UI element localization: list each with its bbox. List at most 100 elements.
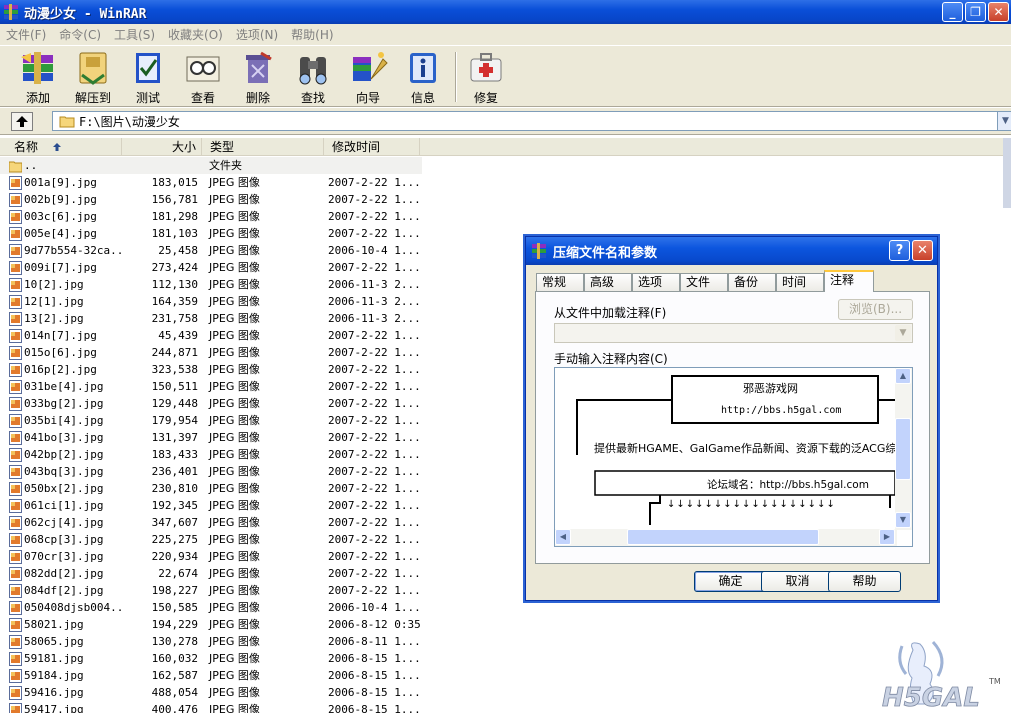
comment-file-combo[interactable]: ▼ [554,323,913,343]
wizard-icon [353,52,388,81]
file-row[interactable]: 001a[9].jpg 183,015 JPEG 图像 2007-2-22 1... [0,174,430,191]
file-size: 183,015 [151,176,198,189]
address-dropdown-button[interactable]: ▼ [997,112,1011,130]
view-button[interactable]: 查看 [176,49,230,105]
file-row[interactable]: 082dd[2].jpg 22,674 JPEG 图像 2007-2-22 1... [0,565,430,582]
parent-folder-row[interactable]: .. 文件夹 [0,157,422,174]
jpeg-file-icon [9,635,22,649]
file-row[interactable]: 016p[2].jpg 323,538 JPEG 图像 2007-2-22 1... [0,361,430,378]
file-name: 13[2].jpg [24,312,84,325]
file-row[interactable]: 10[2].jpg 112,130 JPEG 图像 2006-11-3 2... [0,276,430,293]
up-folder-button[interactable] [11,112,33,131]
parent-folder-name: .. [24,159,38,172]
file-row[interactable]: 003c[6].jpg 181,298 JPEG 图像 2007-2-22 1... [0,208,430,225]
add-button[interactable]: 添加 [11,49,65,105]
scroll-down-icon[interactable]: ▼ [895,512,911,528]
file-row[interactable]: 031be[4].jpg 150,511 JPEG 图像 2007-2-22 1... [0,378,430,395]
close-button[interactable]: ✕ [988,2,1009,22]
file-row[interactable]: 59184.jpg 162,587 JPEG 图像 2006-8-15 1... [0,667,430,684]
scroll-up-icon[interactable]: ▲ [895,368,911,384]
h5gal-logo-mascot: H5GAL TM [882,640,1001,713]
file-row[interactable]: 042bp[2].jpg 183,433 JPEG 图像 2007-2-22 1... [0,446,430,463]
dialog-help-button[interactable]: ? [889,240,910,261]
file-name: 003c[6].jpg [24,210,97,223]
file-row[interactable]: 002b[9].jpg 156,781 JPEG 图像 2007-2-22 1... [0,191,430,208]
file-row[interactable]: 12[1].jpg 164,359 JPEG 图像 2006-11-3 2... [0,293,430,310]
menu-favorites[interactable]: 收藏夹(O) [162,26,230,43]
horizontal-scroll-thumb[interactable] [627,529,819,545]
jpeg-file-icon [9,567,22,581]
scroll-left-icon[interactable]: ◀ [555,529,571,545]
file-type: JPEG 图像 [209,312,260,325]
column-modified[interactable]: 修改时间 [324,138,420,156]
file-row[interactable]: 033bg[2].jpg 129,448 JPEG 图像 2007-2-22 1... [0,395,430,412]
extract-button[interactable]: 解压到 [66,49,120,105]
delete-button[interactable]: 删除 [231,49,285,105]
vertical-scroll-thumb[interactable] [895,418,911,480]
scroll-right-icon[interactable]: ▶ [879,529,895,545]
maximize-button[interactable]: ❐ [965,2,986,22]
comment-vertical-scrollbar[interactable]: ▲ ▼ [895,368,912,530]
column-name[interactable]: 名称 [0,138,122,156]
file-row[interactable]: 041bo[3].jpg 131,397 JPEG 图像 2007-2-22 1... [0,429,430,446]
comment-textarea[interactable]: 邪恶游戏网 http://bbs.h5gal.com 提供最新HGAME、Gal… [554,367,913,547]
file-row[interactable]: 13[2].jpg 231,758 JPEG 图像 2006-11-3 2... [0,310,430,327]
tab-backup[interactable]: 备份 [728,273,776,291]
comment-description: 提供最新HGAME、GalGame作品新闻、资源下载的泛ACG综合 [594,442,895,455]
file-row[interactable]: 014n[7].jpg 45,439 JPEG 图像 2007-2-22 1... [0,327,430,344]
file-size: 225,275 [151,533,198,546]
file-row[interactable]: 59417.jpg 400,476 JPEG 图像 2006-8-15 1... [0,701,430,713]
file-row[interactable]: 58021.jpg 194,229 JPEG 图像 2006-8-12 0:35 [0,616,430,633]
tab-time[interactable]: 时间 [776,273,824,291]
file-modified: 2007-2-22 1... [328,193,421,206]
jpeg-file-icon [9,261,22,275]
cancel-button[interactable]: 取消 [761,571,834,592]
comment-horizontal-scrollbar[interactable]: ◀ ▶ [555,529,897,546]
file-row[interactable]: 035bi[4].jpg 179,954 JPEG 图像 2007-2-22 1... [0,412,430,429]
menu-help[interactable]: 帮助(H) [285,26,340,43]
menu-file[interactable]: 文件(F) [0,26,53,43]
file-row[interactable]: 005e[4].jpg 181,103 JPEG 图像 2007-2-22 1... [0,225,430,242]
tab-general[interactable]: 常规 [536,273,584,291]
menu-tools[interactable]: 工具(S) [108,26,162,43]
address-field[interactable]: F:\图片\动漫少女 ▼ [52,111,1011,131]
find-button[interactable]: 查找 [286,49,340,105]
file-row[interactable]: 59181.jpg 160,032 JPEG 图像 2006-8-15 1... [0,650,430,667]
file-row[interactable]: 050bx[2].jpg 230,810 JPEG 图像 2007-2-22 1... [0,480,430,497]
test-button[interactable]: 测试 [121,49,175,105]
file-row[interactable]: 061ci[1].jpg 192,345 JPEG 图像 2007-2-22 1... [0,497,430,514]
file-row[interactable]: 043bq[3].jpg 236,401 JPEG 图像 2007-2-22 1... [0,463,430,480]
extract-label: 解压到 [74,91,111,105]
jpeg-file-icon [9,686,22,700]
file-row[interactable]: 068cp[3].jpg 225,275 JPEG 图像 2007-2-22 1... [0,531,430,548]
menu-options[interactable]: 选项(N) [230,26,285,43]
jpeg-file-icon [9,278,22,292]
tab-options[interactable]: 选项 [632,273,680,291]
tab-files[interactable]: 文件 [680,273,728,291]
ok-button[interactable]: 确定 [694,571,767,592]
file-row[interactable]: 070cr[3].jpg 220,934 JPEG 图像 2007-2-22 1... [0,548,430,565]
help-button[interactable]: 帮助 [828,571,901,592]
file-row[interactable]: 015o[6].jpg 244,871 JPEG 图像 2007-2-22 1... [0,344,430,361]
tab-comment[interactable]: 注释 [824,270,874,292]
file-row[interactable]: 009i[7].jpg 273,424 JPEG 图像 2007-2-22 1... [0,259,430,276]
tab-advanced[interactable]: 高级 [584,273,632,291]
file-row[interactable]: 9d77b554-32ca... 25,458 JPEG 图像 2006-10-4 1… [0,242,430,259]
dialog-close-button[interactable]: ✕ [912,240,933,261]
wizard-button[interactable]: 向导 [341,49,395,105]
column-size[interactable]: 大小 [122,138,202,156]
repair-button[interactable]: 修复 [459,49,513,105]
jpeg-file-icon [9,414,22,428]
file-row[interactable]: 050408djsb004... 150,585 JPEG 图像 2006-10-4 … [0,599,430,616]
browse-button[interactable]: 浏览(B)... [838,299,913,320]
file-row[interactable]: 59416.jpg 488,054 JPEG 图像 2006-8-15 1... [0,684,430,701]
add-archive-icon [21,52,53,84]
file-row[interactable]: 062cj[4].jpg 347,607 JPEG 图像 2007-2-22 1... [0,514,430,531]
file-name: 084df[2].jpg [24,584,104,597]
file-row[interactable]: 58065.jpg 130,278 JPEG 图像 2006-8-11 1... [0,633,430,650]
menu-commands[interactable]: 命令(C) [53,26,108,43]
file-row[interactable]: 084df[2].jpg 198,227 JPEG 图像 2007-2-22 1... [0,582,430,599]
minimize-button[interactable]: _ [942,2,963,22]
info-button[interactable]: 信息 [396,49,450,105]
column-type[interactable]: 类型 [202,138,324,156]
